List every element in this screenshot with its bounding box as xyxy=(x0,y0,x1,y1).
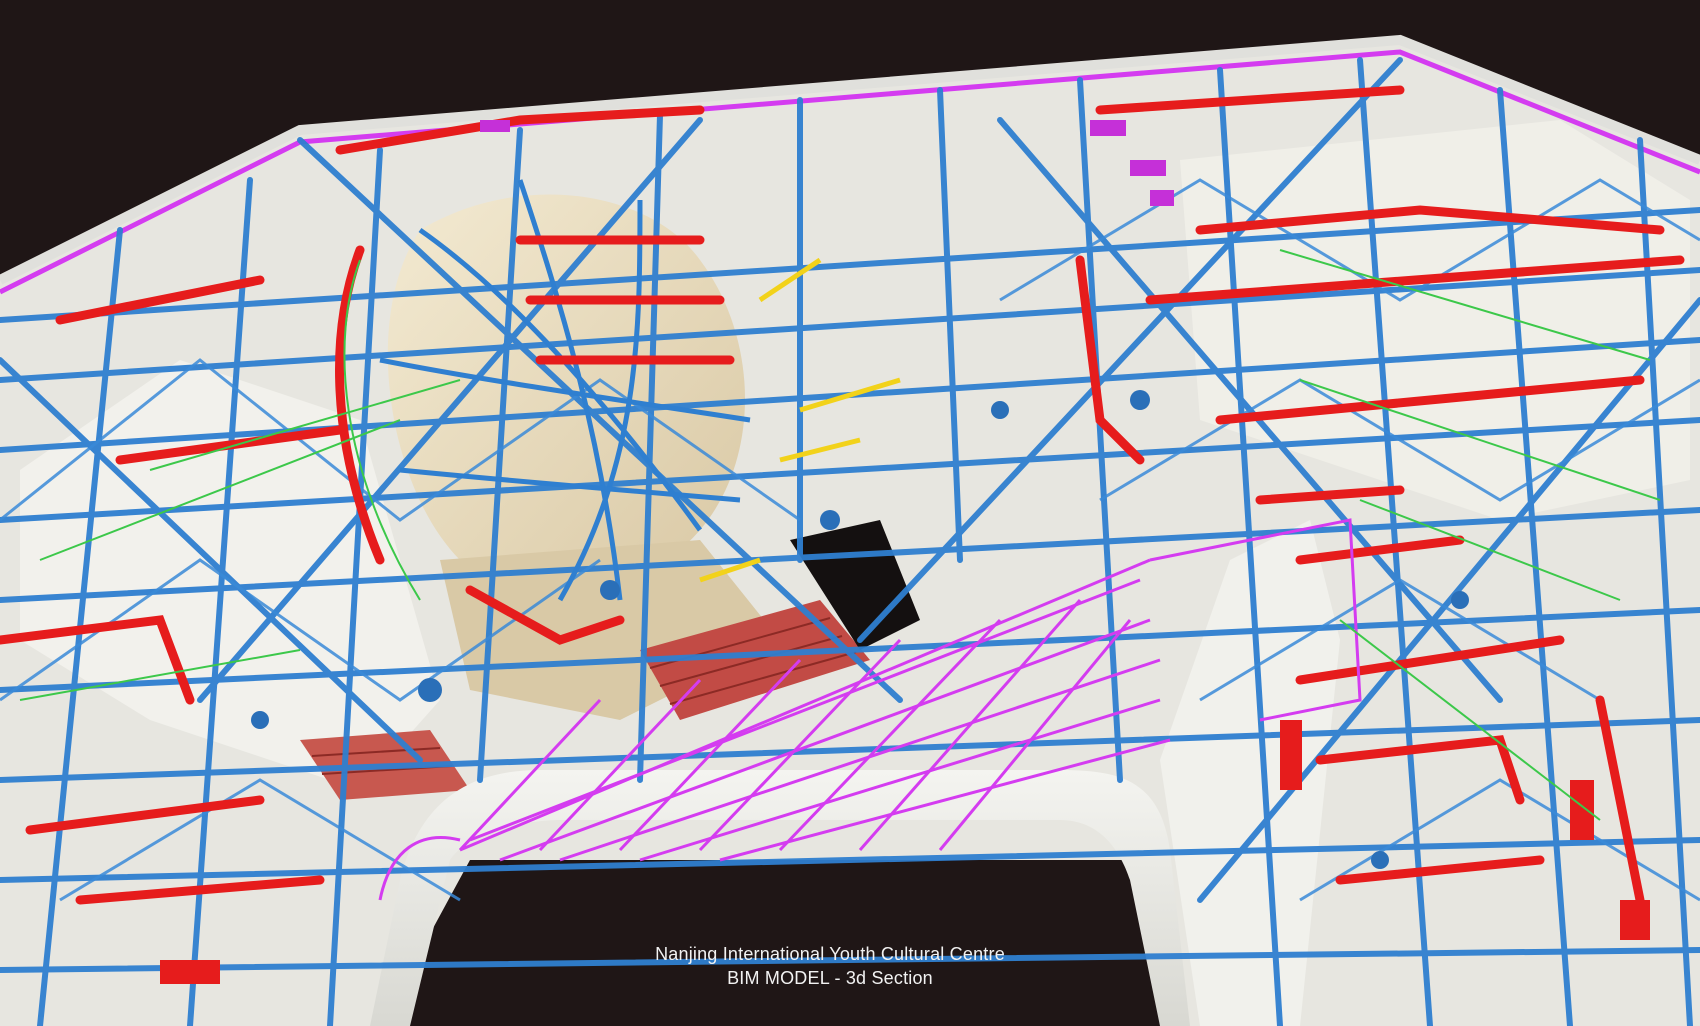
caption-title: Nanjing International Youth Cultural Cen… xyxy=(655,944,1005,964)
bim-image: Nanjing International Youth Cultural Cen… xyxy=(0,0,1700,1026)
auditorium-dome xyxy=(387,194,745,596)
bim-model-render xyxy=(0,0,1700,1026)
caption-subtitle: BIM MODEL - 3d Section xyxy=(727,968,933,988)
